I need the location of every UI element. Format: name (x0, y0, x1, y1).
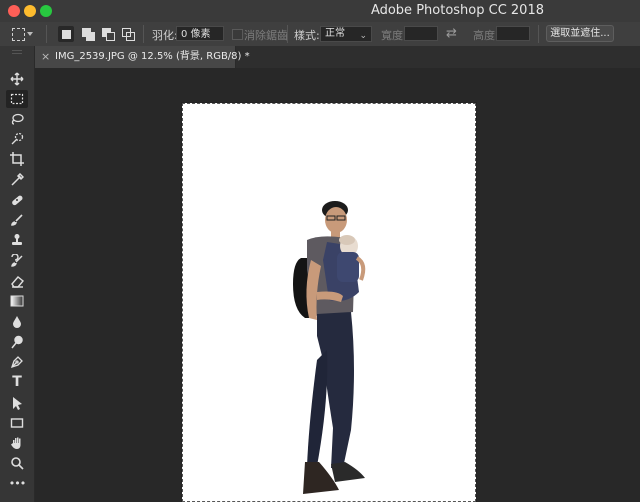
height-input[interactable] (496, 26, 530, 41)
new-selection-button[interactable] (58, 26, 74, 42)
dodge-tool-icon[interactable] (6, 333, 28, 351)
eyedropper-tool-icon[interactable] (6, 171, 28, 189)
healing-brush-tool-icon[interactable] (6, 191, 28, 209)
rectangle-tool-icon[interactable] (6, 414, 28, 432)
height-label: 高度: (473, 29, 499, 42)
document-tab-title: IMG_2539.JPG @ 12.5% (背景, RGB/8) * (55, 51, 250, 62)
rect-marquee-icon (12, 28, 25, 41)
gradient-tool-icon[interactable] (6, 292, 28, 310)
eraser-tool-icon[interactable] (6, 272, 28, 290)
rect-marquee-tool-icon[interactable] (6, 90, 28, 108)
document-canvas[interactable] (181, 102, 477, 502)
options-bar: 羽化: 0 像素 消除鋸齒 樣式: 正常 ⌄ 寬度: ⇄ 高度: 選取並遮住..… (0, 22, 640, 47)
title-bar: Adobe Photoshop CC 2018 (0, 0, 640, 23)
type-tool-icon[interactable]: T (6, 373, 28, 391)
quick-selection-tool-icon[interactable] (6, 130, 28, 148)
subtract-from-selection-button[interactable] (100, 26, 116, 42)
move-tool-icon[interactable] (6, 70, 28, 88)
feather-label: 羽化: (152, 29, 178, 42)
separator (538, 25, 539, 43)
more-tools-icon[interactable]: ••• (6, 474, 28, 492)
style-select[interactable]: 正常 ⌄ (320, 26, 372, 42)
tool-preset-picker[interactable] (10, 26, 36, 42)
zoom-window-button[interactable] (40, 5, 52, 17)
antialias-checkbox[interactable] (232, 29, 243, 40)
separator (46, 25, 47, 43)
width-input[interactable] (404, 26, 438, 41)
chevron-down-icon: ⌄ (359, 31, 367, 41)
blur-tool-icon[interactable] (6, 313, 28, 331)
new-selection-icon (62, 30, 71, 39)
panel-grip[interactable] (12, 50, 22, 54)
style-select-value: 正常 (325, 28, 345, 39)
history-brush-tool-icon[interactable] (6, 252, 28, 270)
width-label: 寬度: (381, 29, 407, 42)
close-window-button[interactable] (8, 5, 20, 17)
document-tab[interactable]: × IMG_2539.JPG @ 12.5% (背景, RGB/8) * (35, 46, 250, 68)
hand-tool-icon[interactable] (6, 434, 28, 452)
zoom-tool-icon[interactable] (6, 454, 28, 472)
crop-tool-icon[interactable] (6, 150, 28, 168)
antialias-label: 消除鋸齒 (244, 29, 288, 42)
app-title: Adobe Photoshop CC 2018 (370, 3, 544, 18)
style-label: 樣式: (294, 29, 320, 42)
pen-tool-icon[interactable] (6, 353, 28, 371)
separator (287, 25, 288, 43)
person-cutout-image (293, 201, 366, 494)
path-selection-tool-icon[interactable] (6, 394, 28, 412)
brush-tool-icon[interactable] (6, 211, 28, 229)
clone-stamp-tool-icon[interactable] (6, 231, 28, 249)
lasso-tool-icon[interactable] (6, 110, 28, 128)
canvas-area[interactable] (35, 68, 640, 502)
swap-icon[interactable]: ⇄ (446, 26, 457, 41)
feather-input[interactable]: 0 像素 (176, 26, 224, 41)
select-and-mask-button[interactable]: 選取並遮住... (546, 25, 614, 42)
tools-panel: T ••• (0, 46, 35, 502)
document-tab-bar: × IMG_2539.JPG @ 12.5% (背景, RGB/8) * (35, 46, 640, 68)
add-to-selection-button[interactable] (80, 26, 96, 42)
separator (143, 25, 144, 43)
close-tab-icon[interactable]: × (41, 46, 50, 68)
chevron-down-icon (27, 32, 33, 36)
intersect-selection-button[interactable] (120, 26, 136, 42)
minimize-window-button[interactable] (24, 5, 36, 17)
